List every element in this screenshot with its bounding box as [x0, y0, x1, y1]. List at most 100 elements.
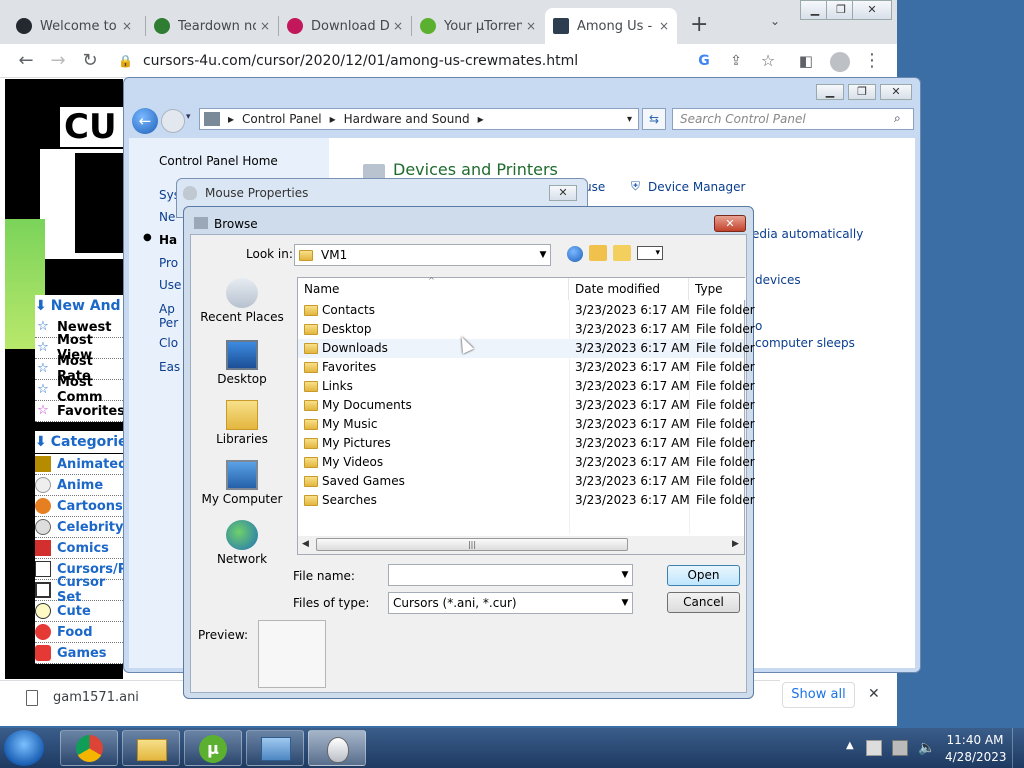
category-item[interactable]: Animated	[35, 454, 123, 475]
google-icon[interactable]: G	[692, 49, 716, 73]
place-my-computer[interactable]: My Computer	[195, 460, 289, 506]
address-bar[interactable]: 🔒 cursors-4u.com/cursor/2020/12/01/among…	[118, 47, 698, 75]
maximize-button[interactable]: ❐	[848, 84, 876, 100]
tab-close-icon[interactable]: ×	[122, 19, 132, 33]
volume-icon[interactable]: 🔈	[918, 740, 935, 756]
show-all-button[interactable]: Show all	[782, 682, 855, 708]
start-button[interactable]	[4, 730, 44, 766]
new-folder-icon[interactable]	[613, 245, 631, 261]
close-button[interactable]: ✕	[714, 215, 746, 232]
breadcrumb-hardware-and-sound[interactable]: Hardware and Sound	[344, 112, 470, 126]
nav-link-ease-of-access[interactable]: Eas	[159, 360, 180, 374]
sleep-link[interactable]: computer sleeps	[755, 336, 855, 350]
tab-download[interactable]: Download D ×	[279, 8, 411, 44]
cancel-button[interactable]: Cancel	[667, 592, 740, 613]
tab-among-us[interactable]: Among Us - ×	[545, 8, 677, 44]
file-row[interactable]: Links 3/23/2023 6:17 AM File folder	[298, 377, 755, 396]
autoplay-link[interactable]: edia automatically	[752, 227, 863, 241]
clock-time[interactable]: 11:40 AM	[945, 733, 1005, 747]
search-icon[interactable]: ⌕	[894, 111, 901, 126]
close-button[interactable]: ✕	[549, 185, 577, 201]
file-row[interactable]: My Music 3/23/2023 6:17 AM File folder	[298, 415, 755, 434]
address-bar[interactable]: ▸ Control Panel ▸ Hardware and Sound ▸ ▾	[199, 108, 639, 130]
tab-close-icon[interactable]: ×	[526, 19, 536, 33]
new-tab-button[interactable]: +	[690, 12, 708, 37]
bookmark-star-icon[interactable]: ☆	[756, 49, 780, 73]
back-icon[interactable]	[567, 246, 583, 262]
search-input[interactable]: Search Control Panel	[672, 108, 914, 130]
close-button[interactable]: ✕	[880, 84, 912, 100]
history-chevron-icon[interactable]: ▾	[186, 112, 191, 122]
taskbar-utorrent[interactable]: µ	[184, 730, 242, 766]
forward-arrow-icon[interactable]: →	[46, 49, 70, 73]
menu-item[interactable]: ☆ Favorites	[35, 401, 123, 422]
clock-date[interactable]: 4/28/2023	[945, 750, 1007, 764]
file-row[interactable]: My Videos 3/23/2023 6:17 AM File folder	[298, 453, 755, 472]
close-button[interactable]: ✕	[852, 0, 892, 20]
network-icon[interactable]	[892, 740, 908, 756]
profile-avatar[interactable]	[830, 52, 850, 72]
taskbar-explorer[interactable]	[122, 730, 180, 766]
column-header-type[interactable]: Type	[689, 278, 746, 300]
devices-link[interactable]: devices	[755, 273, 801, 287]
horizontal-scrollbar[interactable]: ◀ ||| ▶	[298, 536, 744, 554]
scroll-right-icon[interactable]: ▶	[732, 539, 739, 549]
category-item[interactable]: Comics	[35, 538, 123, 559]
forward-arrow-icon[interactable]	[161, 109, 185, 133]
nav-link-personalization[interactable]: Per	[159, 316, 178, 330]
column-header-date[interactable]: Date modified	[569, 278, 689, 300]
category-item[interactable]: Anime	[35, 475, 123, 496]
file-row[interactable]: Downloads 3/23/2023 6:17 AM File folder	[298, 339, 755, 358]
tab-search-chevron-icon[interactable]: ⌄	[770, 14, 780, 28]
file-row[interactable]: Contacts 3/23/2023 6:17 AM File folder	[298, 301, 755, 320]
back-arrow-icon[interactable]: ←	[132, 108, 158, 134]
reload-icon[interactable]: ↻	[78, 49, 102, 73]
tab-utorrent[interactable]: Your µTorren ×	[412, 8, 544, 44]
tab-close-icon[interactable]: ×	[393, 19, 403, 33]
taskbar-chrome[interactable]	[60, 730, 118, 766]
category-item[interactable]: Cursor Set	[35, 575, 123, 605]
devices-and-printers-heading[interactable]: Devices and Printers	[393, 160, 558, 179]
file-row[interactable]: My Pictures 3/23/2023 6:17 AM File folder	[298, 434, 755, 453]
power-link[interactable]: o	[755, 319, 762, 333]
file-row[interactable]: Favorites 3/23/2023 6:17 AM File folder	[298, 358, 755, 377]
file-name-input[interactable]: ▼	[388, 564, 633, 586]
scroll-left-icon[interactable]: ◀	[302, 539, 309, 549]
file-row[interactable]: My Documents 3/23/2023 6:17 AM File folder	[298, 396, 755, 415]
show-hidden-icons-chevron[interactable]: ▲	[846, 740, 854, 751]
place-libraries[interactable]: Libraries	[195, 400, 289, 446]
menu-item[interactable]: ☆ Most Comm	[35, 375, 123, 405]
breadcrumb-control-panel[interactable]: Control Panel	[242, 112, 322, 126]
place-network[interactable]: Network	[195, 520, 289, 566]
show-desktop-button[interactable]	[1012, 728, 1024, 768]
place-recent-places[interactable]: Recent Places	[195, 278, 289, 324]
category-item[interactable]: Cartoons	[35, 496, 123, 517]
download-file-name[interactable]: gam1571.ani	[53, 690, 139, 705]
nav-link-hardware[interactable]: Ha	[159, 233, 177, 247]
file-row[interactable]: Saved Games 3/23/2023 6:17 AM File folder	[298, 472, 755, 491]
tab-welcome[interactable]: Welcome to ×	[8, 8, 140, 44]
up-folder-icon[interactable]	[589, 245, 607, 261]
side-panel-icon[interactable]: ◧	[794, 49, 818, 73]
share-icon[interactable]: ⇪	[724, 49, 748, 73]
view-menu-icon[interactable]: ▾	[637, 246, 663, 260]
category-item[interactable]: Food	[35, 622, 123, 643]
tab-teardown[interactable]: Teardown no ×	[146, 8, 278, 44]
control-panel-home-link[interactable]: Control Panel Home	[159, 154, 278, 168]
action-center-flag-icon[interactable]	[866, 740, 882, 756]
file-row[interactable]: Desktop 3/23/2023 6:17 AM File folder	[298, 320, 755, 339]
address-dropdown-icon[interactable]: ▾	[627, 114, 632, 125]
look-in-combo[interactable]: VM1 ▼	[294, 244, 551, 266]
category-item[interactable]: Cute	[35, 601, 123, 622]
tab-close-icon[interactable]: ×	[659, 19, 669, 33]
minimize-button[interactable]: ▁	[816, 84, 844, 100]
files-of-type-select[interactable]: Cursors (*.ani, *.cur) ▼	[388, 592, 633, 614]
file-row[interactable]: Searches 3/23/2023 6:17 AM File folder	[298, 491, 755, 510]
taskbar-control-panel[interactable]	[246, 730, 304, 766]
nav-link-appearance[interactable]: Ap	[159, 302, 175, 316]
nav-link-programs[interactable]: Pro	[159, 256, 178, 270]
nav-link-network[interactable]: Ne	[159, 210, 175, 224]
tab-close-icon[interactable]: ×	[260, 19, 270, 33]
taskbar-mouse-properties[interactable]	[308, 730, 366, 766]
device-manager-link[interactable]: Device Manager	[648, 180, 745, 194]
